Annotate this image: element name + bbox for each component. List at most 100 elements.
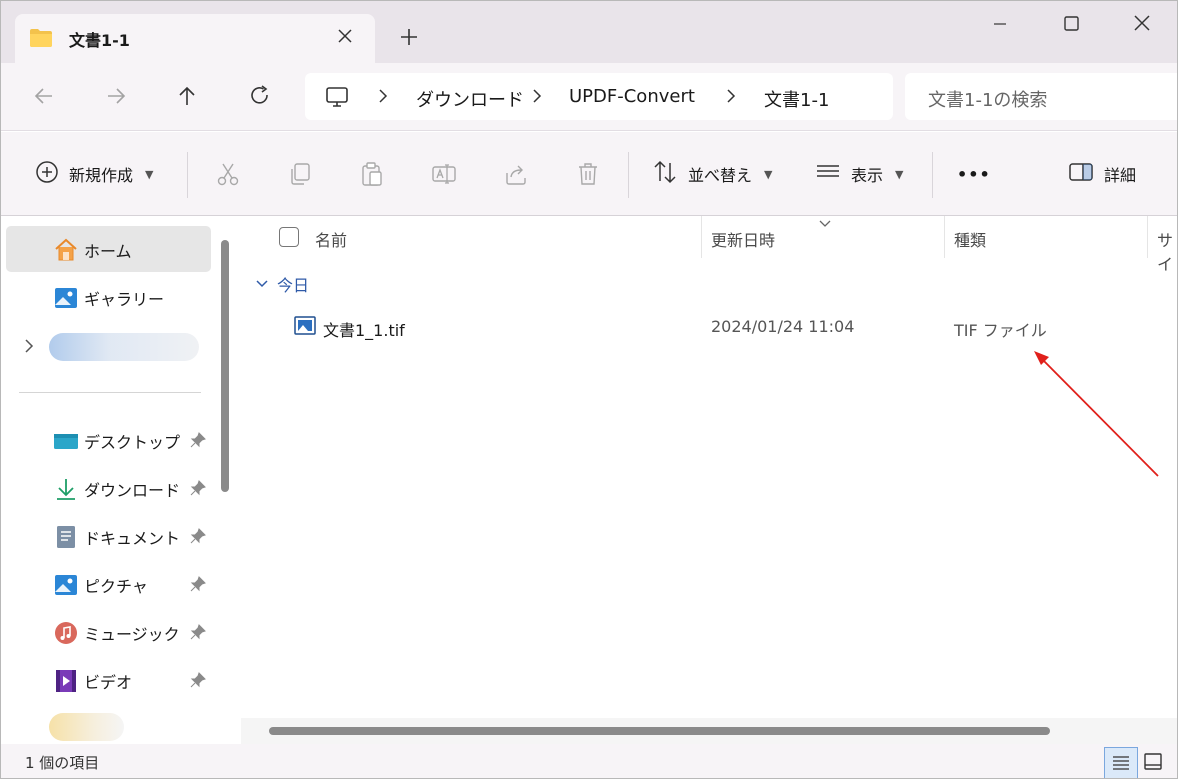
pin-icon[interactable] <box>190 672 206 688</box>
tab-title: 文書1-1 <box>69 31 130 50</box>
file-explorer-window: 文書1-1 ダウンロード UPDF-Convert 文書1-1 文書1-1の検索… <box>0 0 1178 779</box>
chevron-right-icon <box>530 87 544 105</box>
pin-icon[interactable] <box>190 624 206 640</box>
forward-icon[interactable] <box>103 83 129 109</box>
new-tab-icon[interactable] <box>397 25 421 49</box>
view-button[interactable]: 表示 ▼ <box>815 132 903 216</box>
more-options-button[interactable]: ••• <box>957 132 991 216</box>
details-button[interactable]: 詳細 <box>1068 132 1136 216</box>
chevron-down-icon: ▼ <box>895 167 904 181</box>
breadcrumb-current[interactable]: 文書1-1 <box>764 86 829 112</box>
chevron-right-icon[interactable] <box>22 337 36 359</box>
large-icons-view-icon <box>1144 753 1162 770</box>
refresh-icon[interactable] <box>247 83 273 109</box>
cut-icon[interactable] <box>215 161 241 191</box>
sidebar-scrollbar-thumb[interactable] <box>221 240 229 492</box>
rename-icon[interactable] <box>431 161 457 191</box>
sidebar-item-music[interactable]: ミュージック <box>6 609 211 655</box>
horizontal-scrollbar-thumb[interactable] <box>269 727 1050 735</box>
sidebar-item-videos[interactable]: ビデオ <box>6 657 211 703</box>
new-button[interactable]: 新規作成 ▼ <box>35 132 153 216</box>
sidebar-item-documents[interactable]: ドキュメント <box>6 513 211 559</box>
sort-label: 並べ替え <box>688 166 753 185</box>
folder-icon <box>29 28 53 52</box>
chevron-down-icon: ▼ <box>145 167 154 181</box>
video-icon <box>53 668 79 694</box>
navigation-pane: ホーム ギャラリー デスクトップ ダウンロード ドキュメント ピクチャ ミュージ… <box>1 216 241 744</box>
details-label: 詳細 <box>1104 166 1137 185</box>
large-icons-view-button[interactable] <box>1139 747 1173 778</box>
document-icon <box>53 524 79 550</box>
desktop-icon <box>53 428 79 454</box>
file-row[interactable]: 文書1_1.tif 2024/01/24 11:04 TIF ファイル <box>241 310 1177 344</box>
back-icon[interactable] <box>31 83 57 109</box>
column-divider[interactable] <box>944 216 945 258</box>
close-tab-icon[interactable] <box>335 26 355 46</box>
sort-descending-icon <box>818 214 832 233</box>
column-size[interactable]: サイ <box>1157 227 1177 275</box>
select-all-checkbox[interactable] <box>279 227 299 247</box>
new-label: 新規作成 <box>69 166 134 185</box>
sidebar-label-gallery: ギャラリー <box>84 290 165 309</box>
toolbar-divider <box>628 152 629 198</box>
item-count: 1 個の項目 <box>25 754 100 772</box>
chevron-right-icon <box>724 87 738 105</box>
column-name[interactable]: 名前 <box>315 227 347 251</box>
navigation-bar: ダウンロード UPDF-Convert 文書1-1 文書1-1の検索 <box>1 63 1177 131</box>
pin-icon[interactable] <box>190 480 206 496</box>
view-list-icon <box>815 159 841 189</box>
column-divider[interactable] <box>1147 216 1148 258</box>
horizontal-scrollbar[interactable] <box>241 718 1177 744</box>
column-type[interactable]: 種類 <box>954 227 986 251</box>
share-icon[interactable] <box>503 161 529 191</box>
column-date[interactable]: 更新日時 <box>711 227 775 251</box>
pictures-icon <box>53 572 79 598</box>
home-icon <box>53 237 79 263</box>
view-label: 表示 <box>851 166 884 185</box>
chevron-down-icon: ▼ <box>764 167 773 181</box>
sidebar-label-desktop: デスクトップ <box>84 433 181 452</box>
group-header-today[interactable]: 今日 <box>255 272 309 296</box>
up-icon[interactable] <box>174 83 200 109</box>
image-file-icon <box>294 316 316 340</box>
download-icon <box>53 476 79 502</box>
pin-icon[interactable] <box>190 576 206 592</box>
sidebar-label-home: ホーム <box>84 242 132 261</box>
sidebar-item-redacted[interactable] <box>49 333 199 361</box>
column-divider[interactable] <box>701 216 702 258</box>
sidebar-item-desktop[interactable]: デスクトップ <box>6 417 211 463</box>
sidebar-item-redacted-folder[interactable] <box>49 713 124 741</box>
close-window-icon[interactable] <box>1127 11 1157 37</box>
toolbar-divider <box>932 152 933 198</box>
minimize-icon[interactable] <box>985 11 1015 37</box>
address-bar[interactable]: ダウンロード UPDF-Convert 文書1-1 <box>305 73 893 120</box>
file-type: TIF ファイル <box>954 321 1047 340</box>
sidebar-label-music: ミュージック <box>84 625 180 644</box>
copy-icon[interactable] <box>287 161 313 191</box>
sidebar-item-home[interactable]: ホーム <box>6 226 211 272</box>
maximize-icon[interactable] <box>1056 11 1086 37</box>
breadcrumb-updf-convert[interactable]: UPDF-Convert <box>569 86 695 107</box>
sidebar-divider <box>19 392 201 393</box>
sidebar-item-gallery[interactable]: ギャラリー <box>6 274 211 320</box>
command-bar: 新規作成 ▼ 並べ替え ▼ 表示 ▼ ••• 詳細 <box>1 132 1177 216</box>
sidebar-label-pictures: ピクチャ <box>84 577 148 596</box>
sidebar-item-pictures[interactable]: ピクチャ <box>6 561 211 607</box>
gallery-icon <box>53 285 79 311</box>
pin-icon[interactable] <box>190 528 206 544</box>
search-input[interactable]: 文書1-1の検索 <box>905 73 1177 120</box>
sidebar-scrollbar[interactable] <box>219 240 231 744</box>
toolbar-divider <box>187 152 188 198</box>
search-placeholder: 文書1-1の検索 <box>928 90 1048 111</box>
details-view-button[interactable] <box>1104 747 1138 778</box>
breadcrumb-downloads[interactable]: ダウンロード <box>416 86 524 112</box>
pin-icon[interactable] <box>190 432 206 448</box>
delete-icon[interactable] <box>575 161 601 191</box>
tab-current[interactable]: 文書1-1 <box>15 14 375 63</box>
paste-icon[interactable] <box>359 161 385 191</box>
sort-button[interactable]: 並べ替え ▼ <box>652 132 772 216</box>
plus-circle-icon <box>35 160 59 188</box>
sidebar-label-downloads: ダウンロード <box>84 481 181 500</box>
sidebar-item-downloads[interactable]: ダウンロード <box>6 465 211 511</box>
chevron-down-icon <box>255 275 269 294</box>
